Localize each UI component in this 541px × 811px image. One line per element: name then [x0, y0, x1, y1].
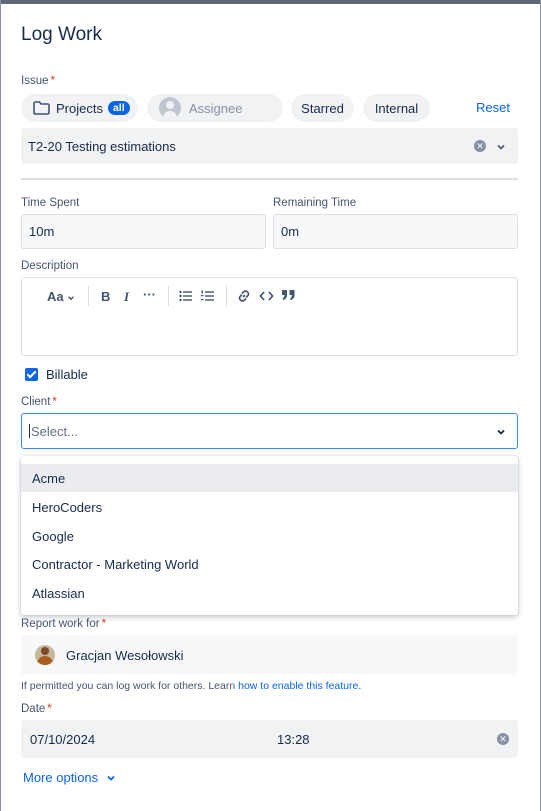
bullet-list-icon[interactable] [179, 290, 192, 302]
chevron-down-icon [68, 295, 75, 300]
client-option-contractor-marketing-world[interactable]: Contractor - Marketing World [21, 550, 518, 578]
billable-checkbox[interactable] [25, 368, 38, 381]
date-time-picker[interactable]: 07/10/2024 13:28 ✕ [21, 720, 518, 758]
chevron-down-icon [107, 775, 115, 781]
time-spent-label: Time Spent [21, 197, 80, 209]
report-hint: If permitted you can log work for others… [21, 680, 361, 692]
description-editor[interactable]: Aa B I ··· [21, 277, 518, 356]
link-icon[interactable] [237, 289, 251, 303]
date-input[interactable]: 07/10/2024 [30, 732, 95, 747]
billable-label: Billable [46, 367, 88, 382]
report-user-name: Gracjan Wesołowski [66, 647, 184, 663]
time-input[interactable]: 13:28 [277, 732, 310, 747]
report-hint-text: If permitted you can log work for others… [21, 680, 239, 692]
date-label: Date * [21, 703, 52, 715]
more-options-button[interactable]: More options [23, 770, 116, 785]
numbered-list-icon[interactable] [201, 290, 214, 302]
issue-label: Issue * [21, 75, 55, 87]
report-work-for-label: Report work for * [21, 618, 107, 630]
text-style-label: Aa [47, 289, 64, 304]
client-placeholder: Select... [31, 423, 78, 439]
report-work-for-select[interactable]: Gracjan Wesołowski [21, 635, 518, 675]
section-divider [21, 178, 518, 180]
required-asterisk: * [47, 703, 52, 715]
dialog-title: Log Work [21, 24, 102, 45]
dialog-left-border [0, 0, 1, 811]
user-avatar [35, 645, 55, 665]
assignee-filter-button[interactable]: Assignee [147, 94, 283, 122]
enable-feature-link[interactable]: how to enable this feature. [238, 680, 361, 692]
client-option-herocoders[interactable]: HeroCoders [21, 493, 518, 521]
assignee-avatar-icon [159, 97, 181, 119]
time-spent-input[interactable]: 10m [21, 214, 266, 249]
toolbar-divider [226, 286, 227, 306]
issue-select-value: T2-20 Testing estimations [28, 138, 176, 154]
client-label: Client * [21, 396, 57, 408]
chevron-down-icon[interactable] [496, 427, 506, 437]
text-cursor [29, 424, 30, 438]
client-select[interactable]: Select... [21, 413, 518, 449]
required-asterisk: * [101, 618, 107, 630]
assignee-filter-label: Assignee [189, 100, 243, 116]
client-option-acme[interactable]: Acme [21, 464, 518, 492]
description-label: Description [21, 260, 79, 272]
more-formatting-button[interactable]: ··· [143, 287, 156, 302]
projects-all-badge: all [107, 101, 130, 115]
toolbar-divider [168, 286, 169, 306]
issue-select[interactable]: T2-20 Testing estimations ✕ [21, 128, 518, 164]
bold-button[interactable]: B [101, 289, 110, 304]
time-spent-value: 10m [29, 224, 55, 239]
remaining-time-label: Remaining Time [273, 197, 357, 209]
remaining-time-input[interactable]: 0m [273, 214, 518, 249]
toolbar-divider [88, 286, 89, 306]
required-asterisk: * [52, 396, 57, 408]
clear-date-icon[interactable]: ✕ [497, 733, 509, 745]
client-dropdown-menu: Acme HeroCoders Google Contractor - Mark… [21, 456, 518, 615]
italic-button[interactable]: I [124, 289, 129, 305]
client-option-google[interactable]: Google [21, 522, 518, 550]
projects-filter-label: Projects [56, 100, 103, 116]
reset-button[interactable]: Reset [476, 100, 510, 115]
internal-filter-button[interactable]: Internal [363, 94, 430, 122]
code-icon[interactable] [259, 290, 274, 302]
required-asterisk: * [50, 75, 55, 87]
starred-filter-button[interactable]: Starred [291, 94, 354, 122]
clear-issue-icon[interactable]: ✕ [474, 140, 486, 152]
chevron-down-icon[interactable] [496, 142, 506, 152]
quote-icon[interactable] [281, 289, 296, 301]
text-style-button[interactable]: Aa [47, 289, 75, 304]
projects-filter-button[interactable]: Projects all [21, 94, 138, 122]
dialog-top-border [0, 0, 541, 4]
client-option-atlassian[interactable]: Atlassian [21, 579, 518, 607]
more-options-label: More options [23, 770, 99, 785]
remaining-time-value: 0m [281, 224, 300, 239]
folder-icon [33, 101, 50, 115]
